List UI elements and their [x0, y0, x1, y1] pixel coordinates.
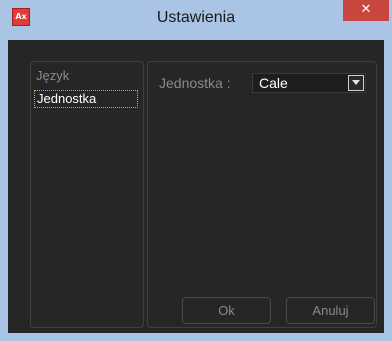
dropdown-button[interactable] [348, 75, 364, 91]
category-list: Język Jednostka [30, 61, 144, 328]
unit-select-value: Cale [259, 75, 288, 91]
settings-window: Ax Ustawienia ✕ Język Jednostka Jednostk… [0, 0, 392, 341]
chevron-down-icon [352, 80, 360, 85]
unit-select[interactable]: Cale [252, 73, 366, 93]
cancel-button[interactable]: Anuluj [286, 297, 375, 324]
category-item-unit[interactable]: Jednostka [34, 90, 138, 108]
ok-button[interactable]: Ok [182, 297, 271, 324]
close-button[interactable]: ✕ [343, 0, 389, 21]
category-item-language[interactable]: Język [34, 67, 138, 85]
close-icon: ✕ [360, 2, 372, 17]
title-bar[interactable]: Ax Ustawienia ✕ [0, 0, 392, 40]
dialog-body: Język Jednostka Jednostka : Cale Ok Anul… [8, 40, 384, 333]
unit-label: Jednostka : [159, 75, 231, 91]
settings-panel: Jednostka : Cale [147, 61, 377, 328]
window-title: Ustawienia [156, 9, 236, 26]
